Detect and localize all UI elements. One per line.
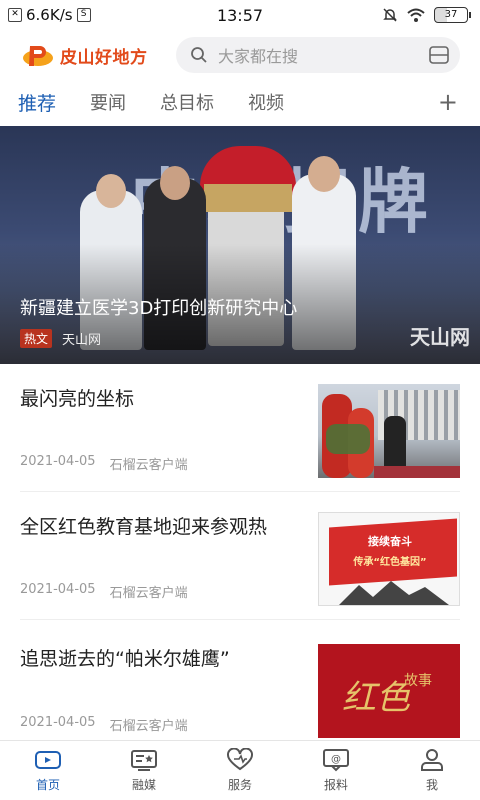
news-item[interactable]: 追思逝去的“帕米尔雄鹰” 2021-04-05 石榴云客户端 红色 故事 bbox=[20, 628, 460, 752]
news-thumbnail bbox=[318, 384, 460, 478]
head-2 bbox=[160, 166, 190, 200]
notification-icon: ✕ bbox=[8, 8, 22, 22]
search-bar[interactable]: 大家都在搜 bbox=[176, 37, 460, 73]
red-flag bbox=[329, 518, 457, 586]
scan-icon[interactable] bbox=[428, 46, 450, 64]
news-thumbnail: 接续奋斗 传承“红色基因” bbox=[318, 512, 460, 606]
nav-me-label: 我 bbox=[425, 778, 438, 792]
nav-report[interactable]: @ 报料 bbox=[288, 741, 384, 800]
nav-me[interactable]: 我 bbox=[384, 741, 480, 800]
news-source: 石榴云客户端 bbox=[109, 458, 188, 473]
nav-service[interactable]: 服务 bbox=[192, 741, 288, 800]
tab-video[interactable]: 视频 bbox=[248, 89, 284, 115]
wifi-icon bbox=[407, 8, 425, 22]
news-item[interactable]: 最闪亮的坐标 2021-04-05 石榴云客户端 bbox=[20, 368, 460, 492]
media-card-icon bbox=[131, 750, 157, 771]
news-thumbnail: 红色 故事 bbox=[318, 644, 460, 738]
news-source: 石榴云客户端 bbox=[109, 586, 188, 601]
hero-banner[interactable]: 中心揭牌 新疆建立医学3D打印创新研究中心 热文 天山网 天山网 bbox=[0, 126, 480, 364]
thumb-calligraphy: 红色 bbox=[342, 678, 410, 718]
hero-title: 新疆建立医学3D打印创新研究中心 bbox=[20, 298, 298, 319]
news-title: 最闪亮的坐标 bbox=[20, 388, 135, 410]
network-speed: 6.6K/s bbox=[26, 6, 73, 24]
hot-tag: 热文 bbox=[20, 329, 53, 348]
news-meta: 2021-04-05 石榴云客户端 bbox=[20, 582, 188, 601]
thumb-line-1: 接续奋斗 bbox=[368, 535, 412, 548]
hero-source: 天山网 bbox=[62, 333, 102, 348]
search-placeholder: 大家都在搜 bbox=[218, 47, 299, 66]
nav-media-label: 融媒 bbox=[131, 778, 156, 792]
add-channel-button[interactable]: + bbox=[438, 88, 458, 116]
news-date: 2021-04-05 bbox=[20, 715, 96, 730]
thumb-line-2: 传承“红色基因” bbox=[353, 557, 427, 568]
mute-bell-icon bbox=[383, 8, 397, 22]
hero-watermark: 天山网 bbox=[410, 325, 470, 349]
news-title: 追思逝去的“帕米尔雄鹰” bbox=[20, 648, 230, 670]
news-item[interactable]: 全区红色教育基地迎来参观热 2021-04-05 石榴云客户端 接续奋斗 传承“… bbox=[20, 496, 460, 620]
wreath-green bbox=[326, 424, 370, 454]
news-meta: 2021-04-05 石榴云客户端 bbox=[20, 454, 188, 473]
news-title: 全区红色教育基地迎来参观热 bbox=[20, 516, 268, 538]
tab-goals[interactable]: 总目标 bbox=[160, 89, 214, 115]
nav-media[interactable]: 融媒 bbox=[96, 741, 192, 800]
nav-home-label: 首页 bbox=[35, 778, 60, 792]
search-icon bbox=[191, 47, 207, 63]
gold-plaque bbox=[204, 184, 292, 212]
app-header: 皮山好地方 大家都在搜 bbox=[0, 30, 480, 80]
thumb-calligraphy-2: 故事 bbox=[404, 673, 432, 689]
head-3 bbox=[308, 156, 340, 192]
news-meta: 2021-04-05 石榴云客户端 bbox=[20, 715, 188, 734]
logo-text: 皮山好地方 bbox=[60, 47, 148, 68]
video-home-icon bbox=[35, 751, 61, 769]
tab-recommend[interactable]: 推荐 bbox=[18, 89, 56, 116]
news-date: 2021-04-05 bbox=[20, 454, 96, 469]
app-logo[interactable]: 皮山好地方 bbox=[22, 42, 172, 68]
user-icon bbox=[421, 749, 443, 771]
battery-icon: 37 bbox=[434, 7, 471, 23]
nav-report-label: 报料 bbox=[323, 778, 348, 792]
red-carpet bbox=[374, 466, 460, 478]
channel-tabs: 推荐 要闻 总目标 视频 + bbox=[0, 82, 480, 122]
logo-mark-icon bbox=[23, 46, 53, 66]
bottom-nav: 首页 融媒 服务 @ 报料 我 bbox=[0, 740, 480, 800]
status-bar: ✕ 6.6K/s S 13:57 37 bbox=[0, 0, 480, 30]
report-chat-icon: @ bbox=[323, 749, 349, 772]
svg-text:@: @ bbox=[331, 754, 341, 765]
head-1 bbox=[96, 174, 126, 208]
hero-meta: 热文 天山网 bbox=[20, 329, 101, 348]
sim-icon: S bbox=[76, 8, 91, 22]
news-source: 石榴云客户端 bbox=[109, 719, 188, 734]
nav-service-label: 服务 bbox=[227, 778, 252, 792]
news-date: 2021-04-05 bbox=[20, 582, 96, 597]
heart-service-icon bbox=[227, 748, 253, 771]
tab-news[interactable]: 要闻 bbox=[90, 89, 126, 115]
mountain-icon bbox=[339, 581, 449, 605]
nav-home[interactable]: 首页 bbox=[0, 741, 96, 800]
